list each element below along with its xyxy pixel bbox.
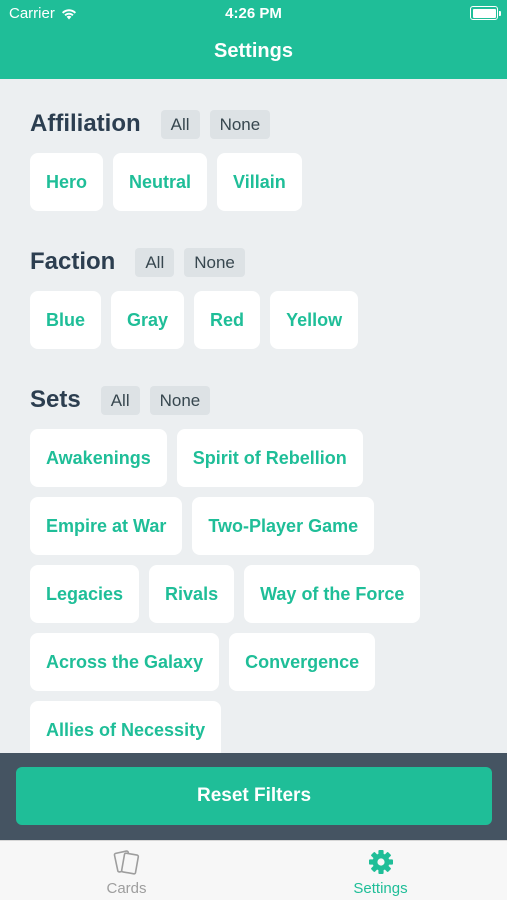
page-title: Settings — [214, 40, 293, 62]
set-chip[interactable]: Legacies — [30, 565, 140, 623]
filter-content[interactable]: Affiliation All None Hero Neutral Villai… — [0, 79, 507, 753]
set-chip[interactable]: Way of the Force — [244, 565, 421, 623]
sets-title: Sets — [30, 386, 81, 413]
faction-all-button[interactable]: All — [135, 247, 175, 277]
set-chip[interactable]: Convergence — [229, 633, 376, 691]
gear-icon — [368, 850, 393, 874]
sets-none-button[interactable]: None — [149, 385, 211, 415]
set-chip[interactable]: Two-Player Game — [192, 497, 375, 555]
clock: 4:26 PM — [225, 5, 282, 22]
set-chip[interactable]: Empire at War — [30, 497, 183, 555]
settings-screen: Carrier 4:26 PM Settings Affiliation All… — [0, 0, 507, 900]
reset-filters-button[interactable]: Reset Filters — [16, 767, 492, 825]
faction-chip[interactable]: Blue — [30, 291, 102, 349]
set-chip[interactable]: Awakenings — [30, 429, 167, 487]
set-chip[interactable]: Allies of Necessity — [30, 701, 222, 753]
affiliation-chip[interactable]: Villain — [217, 153, 302, 211]
sets-all-button[interactable]: All — [100, 385, 140, 415]
reset-bar: Reset Filters — [0, 753, 507, 840]
sets-section: Sets All None Awakenings Spirit of Rebel… — [30, 383, 480, 753]
set-chip[interactable]: Across the Galaxy — [30, 633, 220, 691]
faction-none-button[interactable]: None — [184, 247, 245, 277]
affiliation-none-button[interactable]: None — [209, 109, 271, 139]
tab-cards[interactable]: Cards — [0, 841, 253, 900]
affiliation-chip[interactable]: Hero — [30, 153, 104, 211]
set-chip[interactable]: Rivals — [149, 565, 235, 623]
faction-chip[interactable]: Yellow — [270, 291, 359, 349]
faction-section: Faction All None Blue Gray Red Yellow — [30, 245, 480, 349]
tab-bar: Cards Settings — [0, 840, 507, 900]
set-chip[interactable]: Spirit of Rebellion — [176, 429, 363, 487]
header: Carrier 4:26 PM Settings — [0, 0, 507, 79]
affiliation-section: Affiliation All None Hero Neutral Villai… — [30, 107, 480, 211]
tab-settings-label: Settings — [353, 880, 408, 897]
faction-chip[interactable]: Red — [194, 291, 261, 349]
faction-title: Faction — [30, 248, 116, 275]
affiliation-title: Affiliation — [30, 110, 141, 137]
affiliation-all-button[interactable]: All — [160, 109, 200, 139]
affiliation-chip[interactable]: Neutral — [113, 153, 208, 211]
tab-settings[interactable]: Settings — [254, 841, 507, 900]
status-bar: Carrier 4:26 PM — [0, 0, 507, 28]
tab-cards-label: Cards — [106, 880, 147, 897]
cards-icon — [113, 850, 139, 875]
faction-chip[interactable]: Gray — [111, 291, 185, 349]
battery-icon — [470, 6, 501, 20]
